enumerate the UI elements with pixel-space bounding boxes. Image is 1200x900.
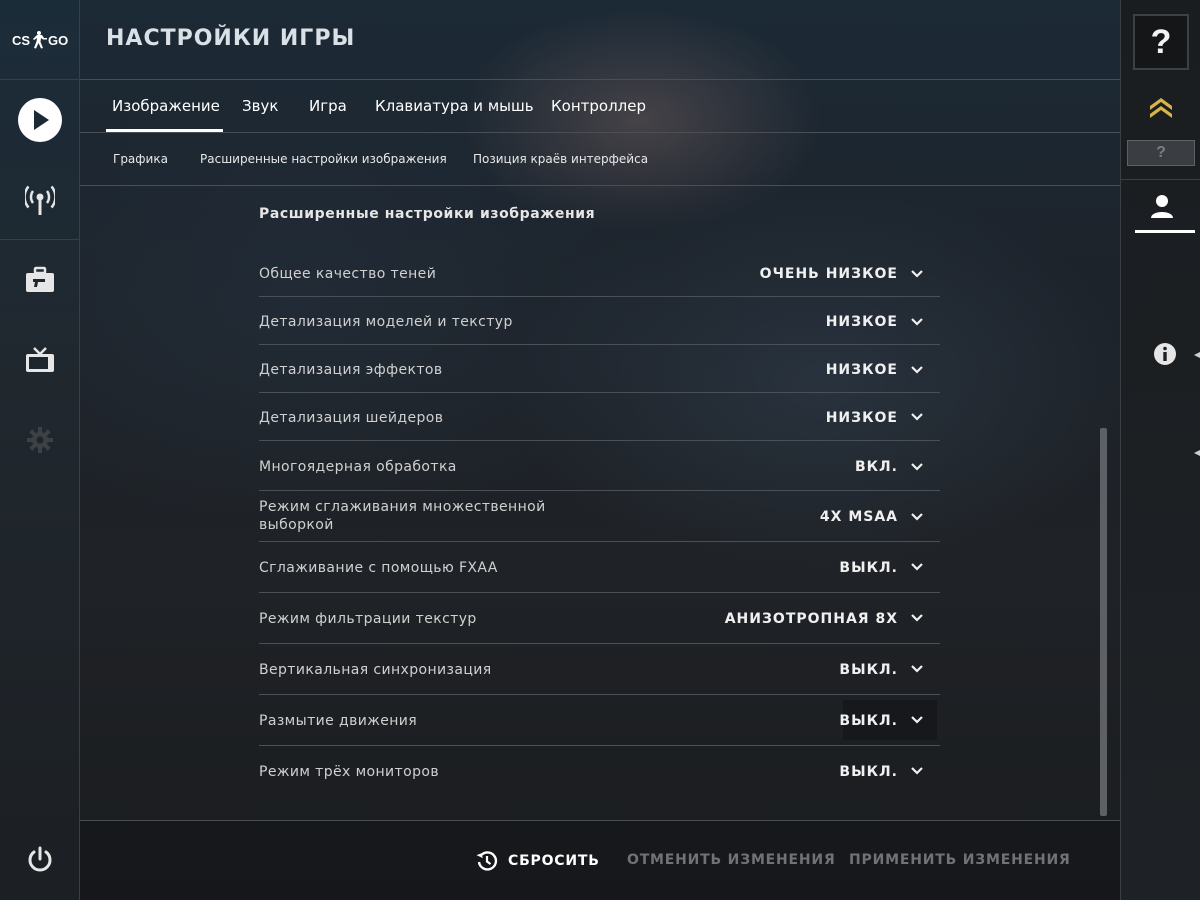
- setting-row-triple-monitor[interactable]: Режим трёх мониторов ВЫКЛ.: [259, 746, 940, 797]
- setting-label: Режим сглаживания множественной выборкой: [259, 499, 546, 533]
- chevron-down-icon[interactable]: [910, 764, 924, 778]
- subtab-graphics[interactable]: Графика: [113, 133, 168, 186]
- nav-settings-button[interactable]: [0, 410, 80, 470]
- setting-row-texture-filtering[interactable]: Режим фильтрации текстур АНИЗОТРОПНАЯ 8X: [259, 593, 940, 644]
- setting-label: Детализация моделей и текстур: [259, 314, 513, 330]
- tab-image[interactable]: Изображение: [106, 80, 223, 133]
- setting-row-model-texture-detail[interactable]: Детализация моделей и текстур НИЗКОЕ: [259, 297, 940, 345]
- svg-text:CS: CS: [12, 33, 30, 48]
- setting-value: ВЫКЛ.: [839, 764, 898, 780]
- setting-label: Режим трёх мониторов: [259, 764, 439, 780]
- power-icon: [28, 846, 52, 872]
- nav-separator: [0, 239, 80, 240]
- subtab-hud-edge-position[interactable]: Позиция краёв интерфейса: [473, 133, 648, 186]
- chevron-down-icon[interactable]: [910, 713, 924, 727]
- nav-power-button[interactable]: [0, 830, 80, 890]
- chevron-down-icon[interactable]: [910, 510, 924, 524]
- setting-value: НИЗКОЕ: [825, 314, 898, 330]
- nav-play-button[interactable]: [0, 90, 80, 150]
- inventory-icon: [26, 266, 54, 292]
- nav-watch-broadcast-button[interactable]: [0, 170, 80, 230]
- subtab-advanced-image[interactable]: Расширенные настройки изображения: [200, 133, 447, 186]
- setting-label: Детализация шейдеров: [259, 410, 444, 426]
- setting-row-shader-detail[interactable]: Детализация шейдеров НИЗКОЕ: [259, 393, 940, 441]
- setting-label: Вертикальная синхронизация: [259, 662, 492, 678]
- nav-tv-button[interactable]: [0, 330, 80, 390]
- setting-value: ВЫКЛ.: [839, 560, 898, 576]
- csgo-logo[interactable]: CS GO: [0, 0, 80, 80]
- sub-tabs: Графика Расширенные настройки изображени…: [80, 133, 1120, 186]
- setting-value: 4X MSAA: [819, 509, 898, 525]
- chevron-down-icon[interactable]: [910, 267, 924, 281]
- setting-value: ОЧЕНЬ НИЗКОЕ: [759, 266, 898, 282]
- nav-inventory-button[interactable]: [0, 250, 80, 310]
- setting-label: Детализация эффектов: [259, 362, 443, 378]
- chevron-down-icon[interactable]: [910, 315, 924, 329]
- apply-changes-button[interactable]: ПРИМЕНИТЬ ИЗМЕНЕНИЯ: [849, 852, 1071, 868]
- setting-label: Сглаживание с помощью FXAA: [259, 560, 498, 576]
- main-tabs: Изображение Звук Игра Клавиатура и мышь …: [80, 80, 1120, 133]
- setting-label: Общее качество теней: [259, 266, 437, 282]
- left-nav: CS GO: [0, 0, 80, 900]
- info-icon[interactable]: [1153, 342, 1177, 366]
- setting-label: Многоядерная обработка: [259, 459, 457, 475]
- page-header: НАСТРОЙКИ ИГРЫ: [80, 0, 1120, 80]
- setting-value: ВКЛ.: [854, 459, 898, 475]
- play-icon: [18, 98, 62, 142]
- setting-value: ВЫКЛ.: [839, 662, 898, 678]
- broadcast-icon: [25, 185, 55, 215]
- setting-row-multicore-rendering[interactable]: Многоядерная обработка ВКЛ.: [259, 441, 940, 491]
- history-reset-icon: [476, 851, 498, 871]
- chevron-down-icon[interactable]: [910, 363, 924, 377]
- chevron-down-icon[interactable]: [910, 560, 924, 574]
- setting-row-motion-blur[interactable]: Размытие движения ВЫКЛ.: [259, 695, 940, 746]
- chevron-down-icon[interactable]: [910, 460, 924, 474]
- chevron-down-icon[interactable]: [910, 410, 924, 424]
- setting-value: НИЗКОЕ: [825, 362, 898, 378]
- profile-active-indicator: [1135, 230, 1195, 233]
- csgo-logo-icon: CS GO: [12, 30, 68, 48]
- tab-sound[interactable]: Звук: [242, 80, 278, 133]
- right-panel: ? ?: [1120, 0, 1200, 900]
- section-title: Расширенные настройки изображения: [259, 206, 596, 222]
- setting-row-fxaa[interactable]: Сглаживание с помощью FXAA ВЫКЛ.: [259, 542, 940, 593]
- gear-icon: [27, 427, 53, 453]
- page-title: НАСТРОЙКИ ИГРЫ: [106, 26, 356, 51]
- help-button[interactable]: ?: [1133, 14, 1189, 70]
- reset-label: СБРОСИТЬ: [508, 853, 600, 869]
- svg-text:GO: GO: [48, 33, 68, 48]
- edge-indicator-icon: [1194, 352, 1200, 358]
- cancel-changes-button[interactable]: ОТМЕНИТЬ ИЗМЕНЕНИЯ: [627, 852, 836, 868]
- reset-button[interactable]: СБРОСИТЬ: [476, 849, 600, 873]
- setting-row-msaa-mode[interactable]: Режим сглаживания множественной выборкой…: [259, 491, 940, 542]
- settings-list: Общее качество теней ОЧЕНЬ НИЗКОЕ Детали…: [259, 248, 940, 797]
- chevron-down-icon[interactable]: [910, 611, 924, 625]
- chevron-down-icon[interactable]: [910, 662, 924, 676]
- scrollbar[interactable]: [1100, 428, 1107, 816]
- tab-controller[interactable]: Контроллер: [551, 80, 646, 133]
- setting-row-shadow-quality[interactable]: Общее качество теней ОЧЕНЬ НИЗКОЕ: [259, 248, 940, 297]
- setting-value: НИЗКОЕ: [825, 410, 898, 426]
- setting-value: ВЫКЛ.: [839, 713, 898, 729]
- tab-game[interactable]: Игра: [309, 80, 347, 133]
- tab-keyboard-mouse[interactable]: Клавиатура и мышь: [375, 80, 534, 133]
- setting-row-vsync[interactable]: Вертикальная синхронизация ВЫКЛ.: [259, 644, 940, 695]
- setting-label: Режим фильтрации текстур: [259, 611, 477, 627]
- edge-indicator-icon: [1194, 450, 1200, 456]
- setting-label: Размытие движения: [259, 713, 418, 729]
- setting-row-effect-detail[interactable]: Детализация эффектов НИЗКОЕ: [259, 345, 940, 393]
- setting-value: АНИЗОТРОПНАЯ 8X: [724, 611, 898, 627]
- right-separator: [1121, 179, 1200, 180]
- tv-icon: [26, 347, 54, 372]
- profile-icon[interactable]: [1150, 194, 1174, 220]
- rank-chevron-icon[interactable]: [1148, 94, 1174, 120]
- rank-badge[interactable]: ?: [1127, 140, 1195, 166]
